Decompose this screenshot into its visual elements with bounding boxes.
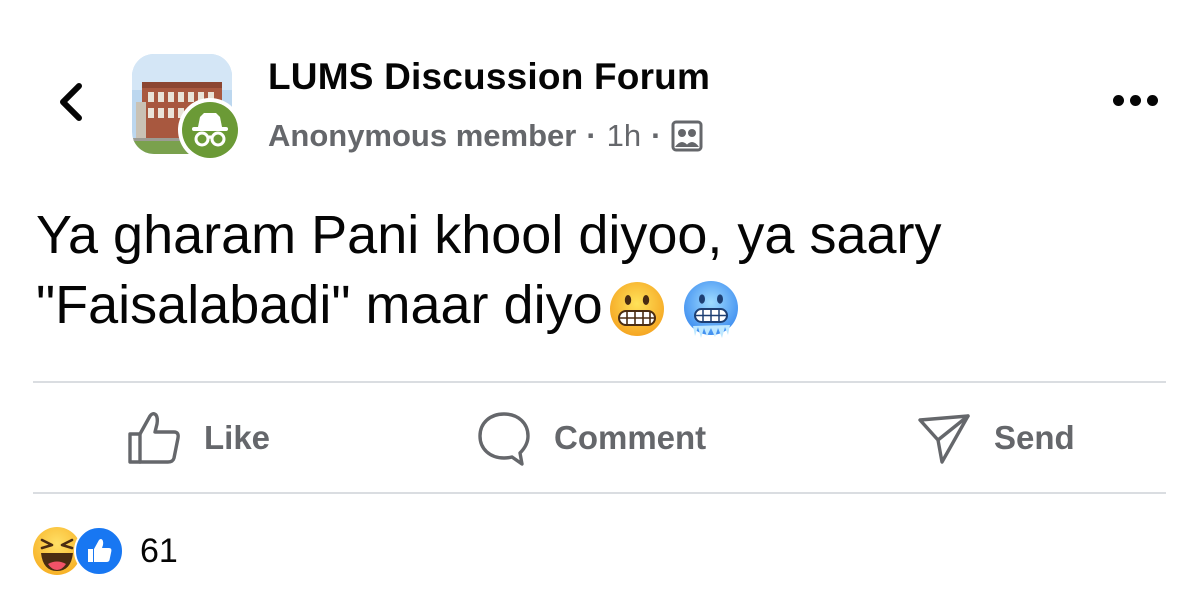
chevron-left-icon [60, 83, 82, 121]
reaction-count: 61 [140, 531, 178, 570]
like-button[interactable]: Like [126, 400, 270, 476]
send-button[interactable]: Send [916, 400, 1075, 476]
avatar[interactable] [132, 54, 242, 162]
send-label: Send [994, 419, 1075, 456]
divider [33, 381, 1166, 383]
post-text: Ya gharam Pani khool diyoo, ya saary "Fa… [36, 200, 1166, 340]
reactions-summary[interactable]: 61 [32, 526, 178, 576]
post-text-line-1: Ya gharam Pani khool diyoo, ya saary [36, 205, 942, 265]
group-name[interactable]: LUMS Discussion Forum [268, 56, 710, 98]
anonymous-badge [178, 98, 242, 162]
like-label: Like [204, 419, 271, 456]
comment-label: Comment [554, 419, 707, 456]
back-button[interactable] [40, 70, 100, 134]
meta-separator: · [651, 118, 662, 153]
cold-face-emoji [683, 280, 738, 338]
like-reaction-icon [74, 526, 124, 576]
author-name[interactable]: Anonymous member [268, 118, 576, 154]
post-text-line-2: "Faisalabadi" maar diyo [36, 275, 603, 335]
post-text-line-2-wrap: "Faisalabadi" maar diyo [36, 270, 1166, 340]
more-options-button[interactable] [1100, 80, 1170, 120]
meta-separator: · [586, 118, 597, 153]
thumbs-up-icon [128, 412, 180, 464]
divider [33, 492, 1166, 494]
incognito-icon [192, 113, 228, 147]
grimacing-face-emoji [609, 281, 664, 336]
send-icon [918, 414, 970, 464]
comment-button[interactable]: Comment [476, 400, 706, 476]
comment-bubble-icon [478, 412, 530, 466]
post-timestamp[interactable]: 1h [607, 118, 641, 154]
post-meta: Anonymous member · 1h · [268, 114, 703, 158]
more-horizontal-icon [1110, 94, 1161, 106]
group-members-icon [671, 120, 703, 152]
